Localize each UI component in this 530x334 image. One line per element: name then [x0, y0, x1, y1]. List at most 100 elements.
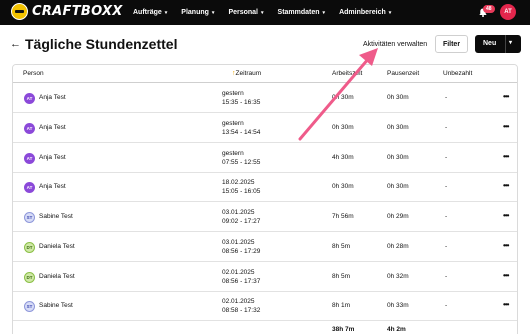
- user-avatar[interactable]: AT: [500, 4, 516, 20]
- unpaid-time: -: [445, 123, 448, 131]
- person-avatar: DT: [24, 241, 35, 253]
- table-row[interactable]: DT Daniela Test 02.01.2025 08:56 - 17:37 8h …: [13, 262, 517, 292]
- split-divider: [505, 35, 506, 53]
- total-work-time: 38h 7m: [332, 326, 355, 333]
- table-row[interactable]: DT Daniela Test 03.01.2025 08:56 - 17:29 8h …: [13, 232, 517, 262]
- filter-button[interactable]: Filter: [435, 35, 468, 53]
- person-name: Sabine Test: [39, 213, 73, 220]
- nav-label: Stammdaten: [277, 9, 320, 16]
- column-header-period-label: Zeitraum: [235, 70, 262, 77]
- period-date: 03.01.2025: [222, 238, 255, 246]
- page-title: Tägliche Stundenzettel: [25, 36, 178, 52]
- table-row[interactable]: AT Anja Test gestern 15:35 - 16:35 0h 30m 0h …: [13, 83, 517, 113]
- column-header-break-time[interactable]: Pausenzeit: [387, 70, 419, 77]
- work-time: 8h 5m: [332, 272, 351, 280]
- person-avatar: AT: [24, 122, 35, 134]
- row-more-icon[interactable]: •••: [503, 181, 509, 190]
- chevron-down-icon: ▾: [261, 9, 264, 16]
- nav-item-personal[interactable]: Personal ▾: [228, 9, 263, 16]
- work-time: 7h 56m: [332, 213, 354, 220]
- column-header-period[interactable]: ↑Zeitraum: [232, 70, 261, 77]
- break-time: 0h 29m: [387, 213, 409, 220]
- period-date: gestern: [222, 149, 244, 157]
- person-name: Anja Test: [39, 123, 66, 131]
- work-time: 8h 1m: [332, 302, 351, 310]
- person-avatar: AT: [24, 152, 35, 164]
- logo-text: CRAFTBOXX: [32, 4, 123, 19]
- period-date: gestern: [222, 90, 244, 97]
- notification-badge: 48: [483, 5, 495, 13]
- work-time: 0h 30m: [332, 183, 354, 191]
- person-name: Anja Test: [39, 94, 66, 101]
- row-more-icon[interactable]: •••: [503, 211, 509, 220]
- new-button-label: Neu: [483, 40, 497, 47]
- chevron-down-icon[interactable]: ▾: [509, 39, 512, 46]
- chevron-down-icon: ▾: [322, 9, 326, 16]
- table-row[interactable]: AT Anja Test gestern 13:54 - 14:54 0h 30m 0h …: [13, 113, 517, 143]
- nav-label: Personal: [228, 9, 259, 16]
- unpaid-time: -: [445, 242, 448, 250]
- unpaid-time: -: [445, 302, 448, 310]
- period-date: 02.01.2025: [222, 268, 255, 276]
- work-time: 0h 30m: [332, 94, 354, 101]
- nav-label: Planung: [181, 9, 209, 16]
- row-more-icon[interactable]: •••: [503, 300, 509, 309]
- nav-item-planung[interactable]: Planung ▾: [181, 9, 214, 16]
- manage-activities-link[interactable]: Aktivitäten verwalten: [363, 41, 427, 48]
- unpaid-time: -: [445, 94, 448, 101]
- top-navigation-bar: CRAFTBOXX Aufträge ▾ Planung ▾ Personal ▾ S…: [0, 0, 530, 25]
- person-name: Anja Test: [39, 183, 66, 191]
- row-more-icon[interactable]: •••: [503, 92, 509, 101]
- person-name: Daniela Test: [39, 272, 75, 280]
- chevron-down-icon: ▾: [211, 9, 215, 16]
- table-header: Person ↑Zeitraum Arbeitszeit Pausenzeit …: [13, 65, 517, 83]
- table-row[interactable]: AT Anja Test 18.02.2025 15:05 - 16:05 0h 30m…: [13, 172, 517, 203]
- person-avatar: ST: [24, 212, 35, 223]
- unpaid-time: -: [445, 213, 448, 220]
- column-header-work-time[interactable]: Arbeitszeit: [332, 70, 362, 77]
- period-time-range: 09:02 - 17:27: [222, 218, 261, 225]
- period-time-range: 15:35 - 16:35: [222, 99, 261, 106]
- nav-label: Adminbereich: [339, 9, 386, 16]
- table-row[interactable]: ST Sabine Test 03.01.2025 09:02 - 17:27 7h 5…: [13, 202, 517, 232]
- break-time: 0h 33m: [387, 302, 409, 310]
- chevron-down-icon: ▾: [388, 9, 392, 16]
- unpaid-time: -: [445, 272, 448, 280]
- person-name: Daniela Test: [39, 242, 75, 250]
- work-time: 4h 30m: [332, 153, 354, 161]
- break-time: 0h 30m: [387, 183, 409, 191]
- unpaid-time: -: [445, 183, 448, 191]
- period-date: 02.01.2025: [222, 298, 255, 306]
- timesheet-table: Person ↑Zeitraum Arbeitszeit Pausenzeit …: [12, 64, 518, 334]
- nav-label: Aufträge: [133, 9, 162, 16]
- chevron-down-icon: ▾: [164, 9, 168, 16]
- new-button[interactable]: Neu ▾: [475, 35, 521, 53]
- work-time: 8h 5m: [332, 242, 351, 250]
- unpaid-time: -: [445, 153, 448, 161]
- logo-mascot-icon: [11, 3, 28, 20]
- period-date: 18.02.2025: [222, 179, 255, 187]
- period-date: 03.01.2025: [222, 209, 255, 216]
- totals-row: 38h 7m 4h 2m: [13, 321, 517, 334]
- row-more-icon[interactable]: •••: [503, 271, 509, 280]
- row-more-icon[interactable]: •••: [503, 152, 509, 161]
- column-header-unpaid[interactable]: Unbezahlt: [443, 70, 472, 77]
- row-more-icon[interactable]: •••: [503, 122, 509, 131]
- craftboxx-logo[interactable]: CRAFTBOXX: [11, 3, 123, 20]
- total-break-time: 4h 2m: [387, 326, 406, 333]
- period-time-range: 07:55 - 12:55: [222, 158, 261, 166]
- row-more-icon[interactable]: •••: [503, 241, 509, 250]
- nav-item-auftraege[interactable]: Aufträge ▾: [133, 9, 167, 16]
- break-time: 0h 32m: [387, 272, 409, 280]
- person-avatar: DT: [24, 271, 35, 283]
- period-time-range: 08:56 - 17:29: [222, 247, 261, 255]
- period-time-range: 15:05 - 16:05: [222, 188, 261, 196]
- table-row[interactable]: AT Anja Test gestern 07:55 - 12:55 4h 30m 0h …: [13, 143, 517, 173]
- back-arrow-icon[interactable]: ←: [10, 38, 21, 50]
- column-header-person[interactable]: Person: [23, 70, 44, 77]
- nav-item-adminbereich[interactable]: Adminbereich ▾: [339, 9, 391, 16]
- table-row[interactable]: ST Sabine Test 02.01.2025 08:58 - 17:32 8h 1…: [13, 291, 517, 322]
- break-time: 0h 28m: [387, 242, 409, 250]
- nav-item-stammdaten[interactable]: Stammdaten ▾: [278, 9, 326, 16]
- person-avatar: AT: [24, 182, 35, 194]
